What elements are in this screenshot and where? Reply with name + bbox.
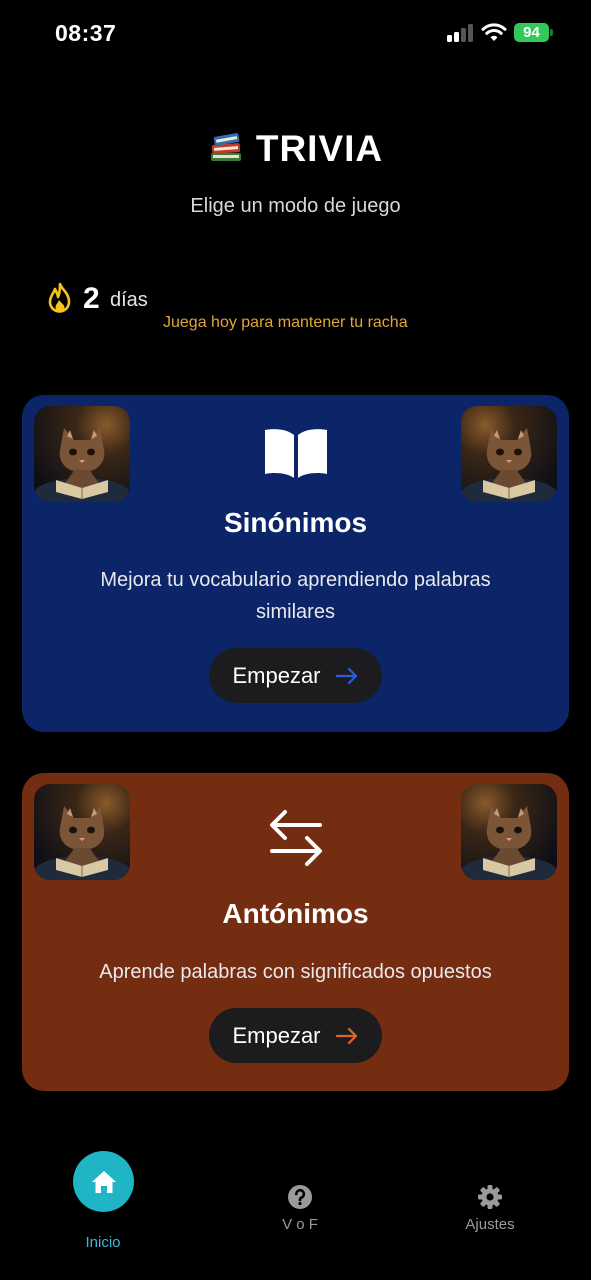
card-description: Mejora tu vocabulario aprendiendo palabr… [100, 569, 491, 623]
start-button-label: Empezar [232, 1022, 321, 1048]
card-title: Sinónimos [223, 507, 368, 538]
synonyms-card[interactable]: Sinónimos Mejora tu vocabulario aprendie… [22, 395, 569, 732]
tab-ajustes-label: Ajustes [465, 1216, 515, 1233]
streak-hint: Juega hoy para mantener tu racha [163, 314, 408, 331]
tab-v-o-f-label: V o F [282, 1216, 318, 1233]
wifi-icon [481, 23, 507, 41]
status-time: 08:37 [55, 20, 117, 46]
arrow-right-icon [335, 667, 357, 684]
battery-nub [550, 29, 553, 36]
start-synonyms-button[interactable]: Empezar [209, 648, 382, 703]
tab-ajustes[interactable]: Ajustes [450, 1184, 530, 1233]
start-antonyms-button[interactable]: Empezar [209, 1008, 382, 1063]
home-tab-circle[interactable] [73, 1151, 134, 1212]
arrow-right-icon [335, 1027, 357, 1044]
kitten-reading-image [34, 406, 130, 502]
home-icon [91, 1170, 116, 1193]
kitten-reading-image [461, 406, 557, 502]
card-description: Aprende palabras con significados opuest… [99, 961, 492, 983]
status-bar: 08:37 94 [0, 0, 591, 70]
cellular-signal-icon [447, 24, 475, 42]
page-title: TRIVIA [0, 128, 591, 170]
tab-inicio[interactable] [73, 1151, 134, 1212]
antonyms-card[interactable]: Antónimos Aprende palabras con significa… [22, 773, 569, 1091]
tab-v-o-f[interactable]: V o F [260, 1184, 340, 1233]
battery-indicator: 94 [514, 23, 549, 42]
open-book-icon [264, 429, 327, 478]
start-button-label: Empezar [232, 662, 321, 688]
gear-icon [478, 1185, 502, 1209]
books-icon [210, 133, 241, 161]
page-title-text: TRIVIA [255, 128, 384, 169]
streak-unit: días [110, 289, 148, 311]
flame-icon [48, 282, 71, 313]
card-title: Antónimos [222, 898, 369, 929]
streak-count: 2 [83, 282, 100, 315]
page-subtitle: Elige un modo de juego [190, 195, 401, 217]
question-icon [288, 1185, 312, 1209]
tab-inicio-label[interactable]: Inicio [63, 1234, 143, 1251]
swap-arrows-icon [269, 810, 322, 866]
kitten-reading-image [461, 784, 557, 880]
kitten-reading-image [34, 784, 130, 880]
